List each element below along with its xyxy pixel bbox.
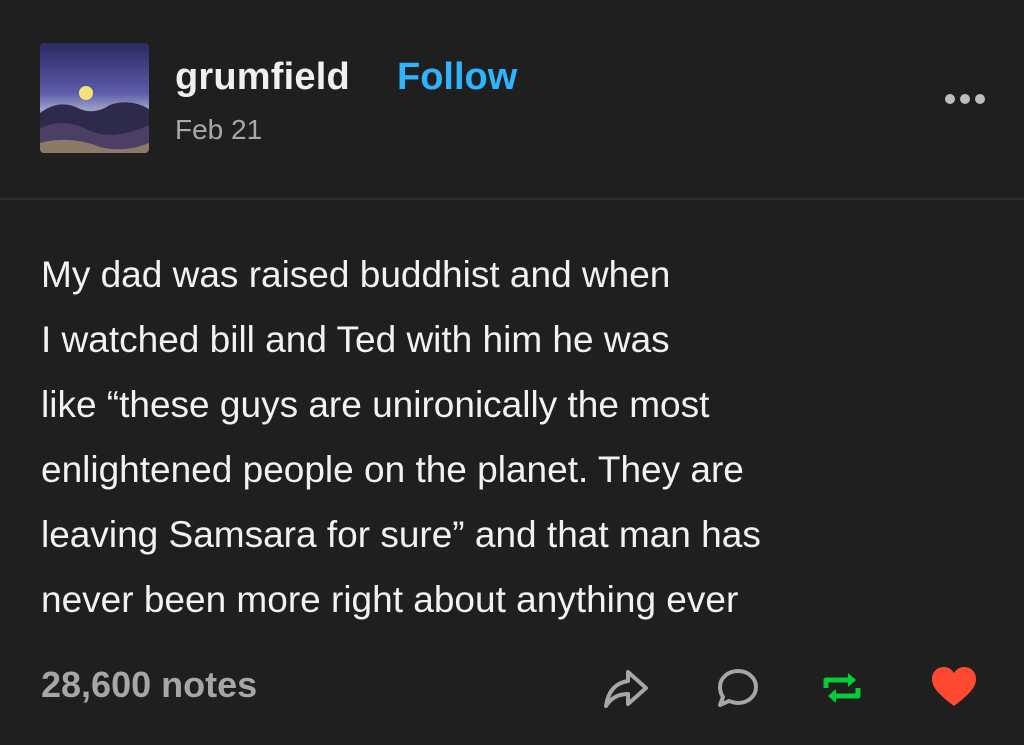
notes-count[interactable]: 28,600 notes	[41, 664, 257, 706]
post-date: Feb 21	[175, 114, 263, 145]
username[interactable]: grumfield	[175, 56, 350, 99]
post-body-line: I watched bill and Ted with him he was	[41, 319, 670, 360]
avatar[interactable]	[40, 43, 149, 153]
post-body-line: never been more right about anything eve…	[41, 579, 739, 620]
post-header: grumfield Follow Feb 21	[0, 0, 1024, 198]
post-footer: 28,600 notes	[0, 640, 1024, 740]
reply-icon[interactable]	[712, 662, 764, 714]
post-body-line: enlightened people on the planet. They a…	[41, 449, 744, 490]
post-body-line: My dad was raised buddhist and when	[41, 254, 671, 295]
more-options-icon[interactable]	[940, 86, 990, 112]
post-body-line: like “these guys are unironically the mo…	[41, 384, 710, 425]
share-icon[interactable]	[600, 662, 652, 714]
avatar-image	[40, 43, 149, 153]
tumblr-post: grumfield Follow Feb 21 My dad was raise…	[0, 0, 1024, 745]
like-icon[interactable]	[928, 662, 980, 714]
reblog-icon[interactable]	[816, 662, 868, 714]
follow-button[interactable]: Follow	[397, 56, 517, 99]
post-body: My dad was raised buddhist and when I wa…	[41, 242, 1001, 632]
post-body-line: leaving Samsara for sure” and that man h…	[41, 514, 761, 555]
header-divider	[0, 198, 1024, 200]
